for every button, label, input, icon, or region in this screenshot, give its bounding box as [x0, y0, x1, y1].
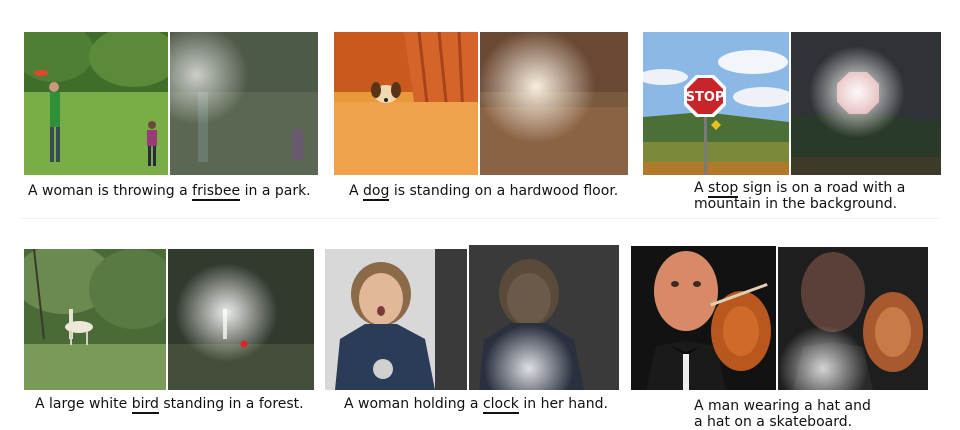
attention-map-dog: [480, 32, 628, 175]
stop-sign-text: STOP: [686, 90, 725, 105]
original-image-woman: [325, 249, 467, 390]
original-image-forest: [24, 249, 166, 390]
highlighted-word: clock: [482, 396, 519, 414]
attention-map-bird: [168, 249, 314, 390]
caption-stop-sign: A stop sign is on a road with a mountain…: [694, 180, 906, 212]
attention-map-clock: [469, 245, 619, 390]
highlighted-word: frisbee: [192, 183, 241, 201]
original-image-park: [24, 32, 168, 175]
caption-dog: A dog is standing on a hardwood floor.: [349, 183, 619, 201]
highlighted-word: dog: [363, 183, 390, 201]
original-image-dog: [334, 32, 478, 175]
original-image-stop-sign: STOP: [643, 32, 789, 175]
row-separator: [20, 218, 940, 219]
attention-map-frisbee: [170, 32, 318, 175]
caption-frisbee: A woman is throwing a frisbee in a park.: [28, 183, 311, 201]
attention-map-violin: [778, 247, 928, 390]
highlighted-word: bird: [131, 396, 159, 414]
original-image-man: [631, 246, 776, 390]
caption-clock: A woman holding a clock in her hand.: [344, 396, 608, 414]
attention-map-stop-sign: [791, 32, 941, 175]
caption-bird: A large white bird standing in a forest.: [35, 396, 304, 414]
caption-violin: A man wearing a hat and a hat on a skate…: [694, 398, 871, 430]
